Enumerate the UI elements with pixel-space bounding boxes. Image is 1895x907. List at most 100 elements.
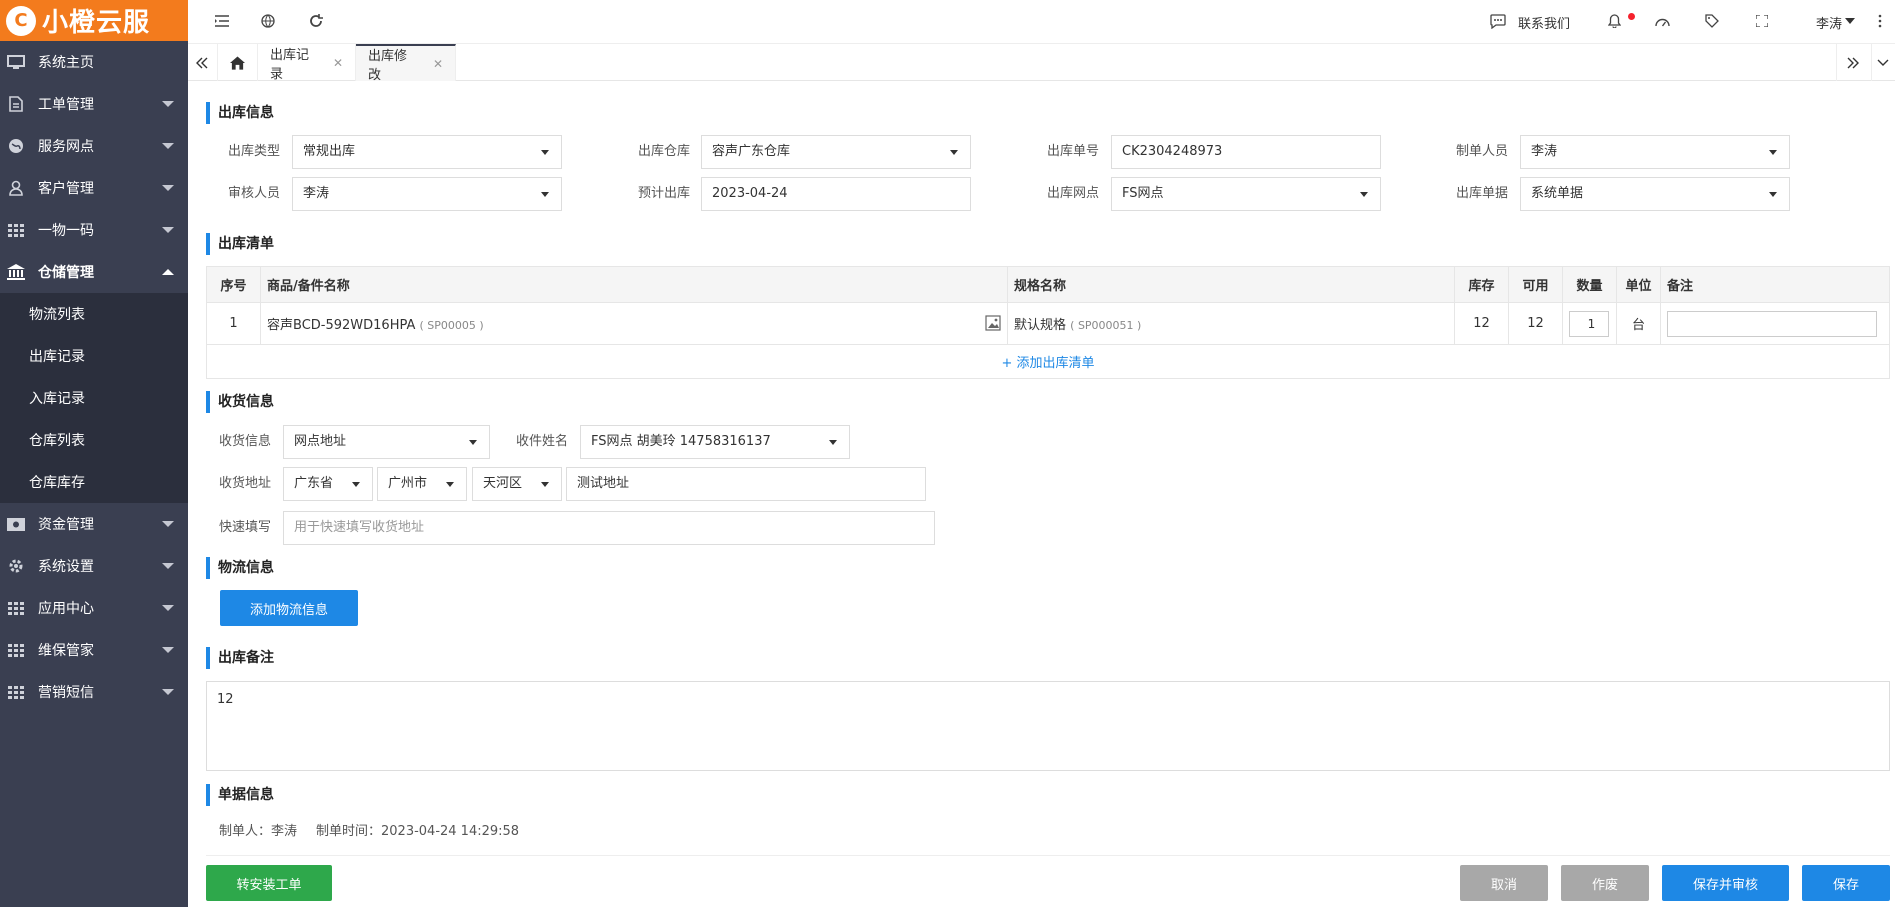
outbound-items-table: 序号 商品/备件名称 规格名称 库存 可用 数量 单位 备注 1 容声BCD-5… [206, 266, 1890, 379]
add-outbound-item-link[interactable]: + 添加出库清单 [206, 344, 1890, 379]
chat-icon[interactable] [1490, 13, 1506, 29]
sidebar-item-label: 系统设置 [38, 559, 94, 575]
sidebar-item-app-center[interactable]: 应用中心 [0, 587, 188, 629]
note-input[interactable] [1667, 310, 1877, 337]
district-select[interactable]: 天河区 [472, 467, 562, 501]
bell-icon[interactable] [1606, 13, 1622, 29]
outbound-doc-select[interactable]: 系统单据 [1520, 177, 1790, 211]
close-icon[interactable]: ✕ [433, 57, 443, 71]
sidebar-subitem-warehouse-stock[interactable]: 仓库库存 [0, 461, 188, 503]
outbound-order-no-input[interactable]: CK2304248973 [1111, 135, 1381, 169]
reviewer-select[interactable]: 李涛 [292, 177, 562, 211]
tab-outbound-records[interactable]: 出库记录 ✕ [258, 44, 356, 82]
sidebar-item-home[interactable]: 系统主页 [0, 41, 188, 83]
table-row: 1 容声BCD-592WD16HPA ( SP00005 ) 默认规格 ( SP… [206, 302, 1890, 345]
convert-install-order-button[interactable]: 转安装工单 [206, 865, 332, 901]
logo[interactable]: C 小橙云服 [0, 0, 188, 41]
province-select[interactable]: 广东省 [283, 467, 373, 501]
double-chevron-right-icon [1847, 57, 1859, 68]
recipient-name-select[interactable]: FS网点 胡美玲 14758316137 [580, 425, 850, 459]
void-button[interactable]: 作废 [1561, 865, 1649, 901]
recipient-name-label: 收件姓名 [516, 434, 569, 449]
add-logistics-button[interactable]: 添加物流信息 [220, 590, 358, 626]
more-vertical-icon[interactable] [1872, 13, 1888, 29]
tag-icon[interactable] [1704, 13, 1720, 29]
globe-icon[interactable] [260, 13, 276, 29]
sidebar-subitem-logistics-list[interactable]: 物流列表 [0, 293, 188, 335]
creator-value: 李涛 [1531, 144, 1558, 159]
tabs-menu-button[interactable] [1872, 44, 1895, 81]
outbound-warehouse-select[interactable]: 容声广东仓库 [701, 135, 971, 169]
dashboard-icon[interactable] [1654, 13, 1670, 29]
receive-info-value: 网点地址 [294, 434, 347, 449]
quantity-input[interactable]: 1 [1569, 310, 1609, 337]
sidebar-subitem-warehouse-list[interactable]: 仓库列表 [0, 419, 188, 461]
outbound-type-label: 出库类型 [228, 144, 281, 159]
planned-date-input[interactable]: 2023-04-24 [701, 177, 971, 211]
grid-icon [6, 222, 26, 238]
chevron-down-icon [162, 521, 174, 527]
reviewer-value: 李涛 [303, 186, 330, 201]
outbound-type-value: 常规出库 [303, 144, 356, 159]
remarks-textarea[interactable]: 12 [206, 681, 1890, 771]
sidebar-subitem-outbound-records[interactable]: 出库记录 [0, 335, 188, 377]
outbound-warehouse-label: 出库仓库 [638, 144, 691, 159]
sidebar-subitem-inbound-records[interactable]: 入库记录 [0, 377, 188, 419]
tabs-scroll-right-button[interactable] [1836, 44, 1872, 81]
tab-home[interactable] [218, 44, 258, 81]
caret-down-icon [1769, 150, 1777, 155]
save-button[interactable]: 保存 [1802, 865, 1890, 901]
chevron-down-icon [162, 227, 174, 233]
creator-select[interactable]: 李涛 [1520, 135, 1790, 169]
fullscreen-icon[interactable] [1754, 13, 1770, 29]
chevron-down-icon [162, 689, 174, 695]
cancel-button[interactable]: 取消 [1460, 865, 1548, 901]
planned-date-value: 2023-04-24 [712, 186, 788, 201]
col-header-stock: 库存 [1454, 266, 1509, 303]
quick-fill-input[interactable]: 用于快速填写收货地址 [283, 511, 935, 545]
sidebar-item-workorder[interactable]: 工单管理 [0, 83, 188, 125]
grid-icon [6, 642, 26, 658]
divider [206, 855, 1890, 856]
topbar: 联系我们 李涛 [188, 0, 1895, 44]
cell-no: 1 [206, 302, 261, 345]
sidebar-item-maintenance[interactable]: 维保管家 [0, 629, 188, 671]
user-name[interactable]: 李涛 [1816, 13, 1842, 32]
receive-info-select[interactable]: 网点地址 [283, 425, 490, 459]
table-header-row: 序号 商品/备件名称 规格名称 库存 可用 数量 单位 备注 [206, 266, 1890, 303]
chevron-down-icon [162, 605, 174, 611]
tabs-scroll-left-button[interactable] [188, 44, 218, 81]
notification-dot [1628, 13, 1635, 20]
outbound-site-select[interactable]: FS网点 [1111, 177, 1381, 211]
section-title-outbound-list: 出库清单 [206, 233, 274, 255]
globe-icon [6, 138, 26, 154]
image-icon[interactable] [985, 315, 1001, 335]
province-value: 广东省 [294, 476, 334, 491]
city-select[interactable]: 广州市 [377, 467, 467, 501]
chevron-down-icon [162, 143, 174, 149]
tab-outbound-edit[interactable]: 出库修改 ✕ [356, 44, 456, 83]
document-icon [6, 96, 26, 112]
sidebar-item-settings[interactable]: 系统设置 [0, 545, 188, 587]
sidebar-item-customer[interactable]: 客户管理 [0, 167, 188, 209]
section-title-receive-info: 收货信息 [206, 391, 274, 413]
sidebar-item-service-site[interactable]: 服务网点 [0, 125, 188, 167]
close-icon[interactable]: ✕ [333, 56, 343, 70]
warehouse-submenu: 物流列表 出库记录 入库记录 仓库列表 仓库库存 [0, 293, 188, 503]
menu-toggle-icon[interactable] [214, 13, 230, 29]
outbound-type-select[interactable]: 常规出库 [292, 135, 562, 169]
sidebar-item-label: 服务网点 [38, 139, 94, 155]
sidebar-item-one-code[interactable]: 一物一码 [0, 209, 188, 251]
sidebar-item-warehouse[interactable]: 仓储管理 [0, 251, 188, 293]
chevron-down-icon [1877, 59, 1889, 66]
recipient-name-value: FS网点 胡美玲 14758316137 [591, 434, 771, 449]
sidebar-item-sms[interactable]: 营销短信 [0, 671, 188, 713]
address-detail-input[interactable]: 测试地址 [566, 467, 926, 501]
outbound-warehouse-value: 容声广东仓库 [712, 144, 791, 159]
refresh-icon[interactable] [308, 13, 324, 29]
caret-down-icon[interactable] [1842, 13, 1858, 29]
contact-us-link[interactable]: 联系我们 [1518, 13, 1570, 32]
save-and-review-button[interactable]: 保存并审核 [1662, 865, 1789, 901]
sidebar-item-funds[interactable]: 资金管理 [0, 503, 188, 545]
logo-text: 小橙云服 [42, 8, 151, 38]
